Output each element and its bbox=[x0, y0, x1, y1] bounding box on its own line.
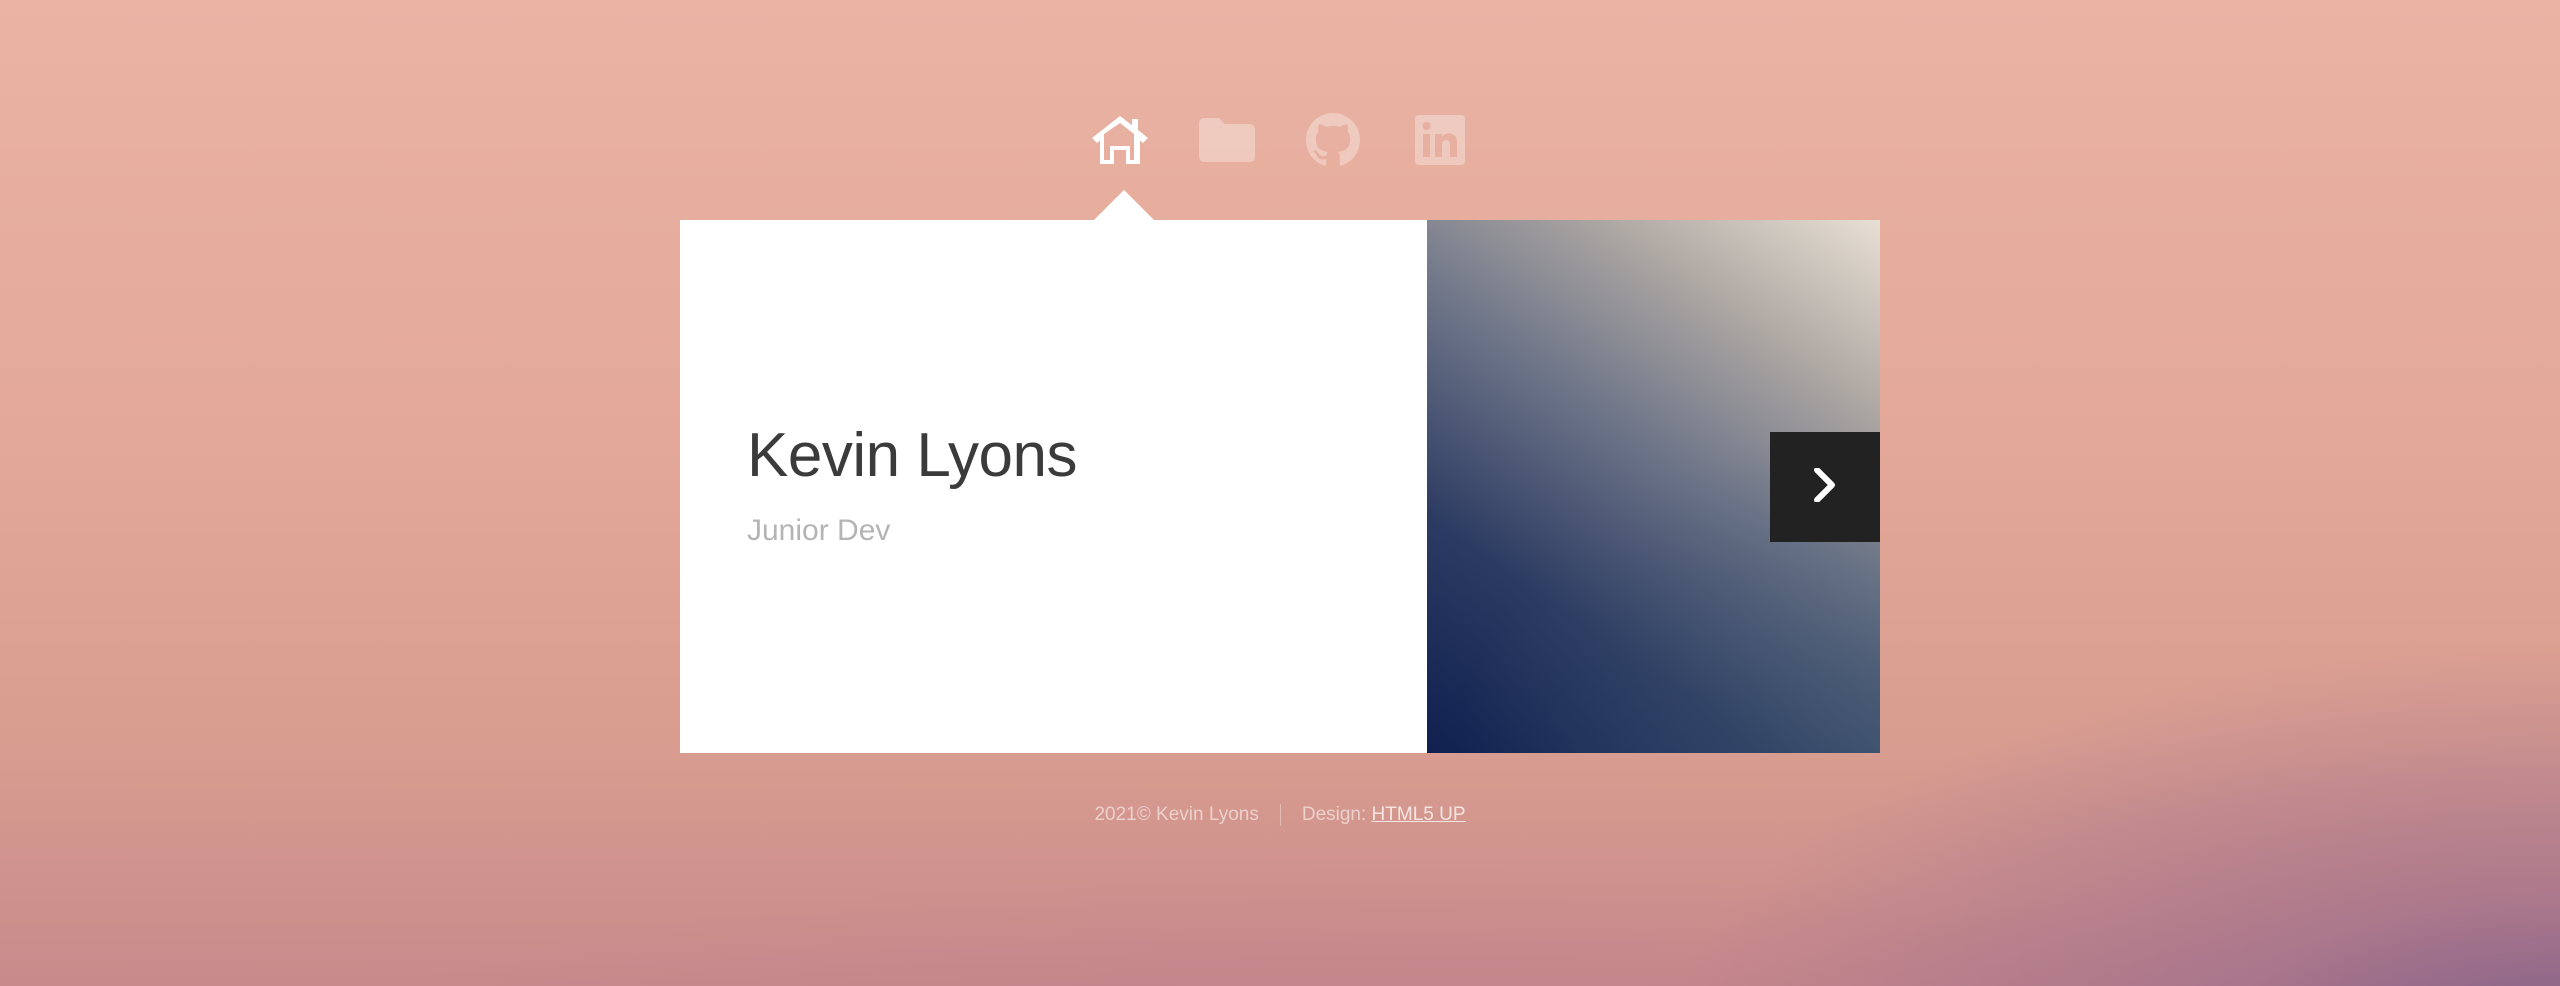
nav-portfolio[interactable] bbox=[1195, 108, 1259, 172]
footer-design-label: Design: HTML5 UP bbox=[1302, 804, 1466, 826]
home-icon bbox=[1090, 114, 1150, 166]
profile-panel: Kevin Lyons Junior Dev bbox=[680, 220, 1427, 753]
profile-name: Kevin Lyons bbox=[747, 421, 1077, 490]
profile-role: Junior Dev bbox=[747, 514, 891, 547]
footer: 2021© Kevin Lyons Design: HTML5 UP bbox=[0, 804, 2560, 826]
footer-copyright: 2021© Kevin Lyons bbox=[1094, 804, 1259, 825]
github-icon bbox=[1306, 113, 1361, 167]
nav-home[interactable] bbox=[1088, 108, 1152, 172]
next-button[interactable] bbox=[1770, 432, 1880, 542]
nav-github[interactable] bbox=[1301, 108, 1365, 172]
profile-image-panel bbox=[1427, 220, 1880, 753]
chevron-right-icon bbox=[1811, 466, 1839, 507]
footer-divider bbox=[1279, 804, 1281, 826]
footer-design-text: Design: bbox=[1301, 804, 1372, 825]
active-nav-pointer bbox=[1094, 190, 1154, 220]
nav-linkedin[interactable] bbox=[1408, 108, 1472, 172]
folder-icon bbox=[1198, 118, 1255, 162]
profile-card: Kevin Lyons Junior Dev bbox=[680, 190, 1880, 753]
main-nav bbox=[1088, 108, 1472, 172]
footer-design-link[interactable]: HTML5 UP bbox=[1372, 804, 1466, 825]
linkedin-icon bbox=[1414, 115, 1465, 165]
